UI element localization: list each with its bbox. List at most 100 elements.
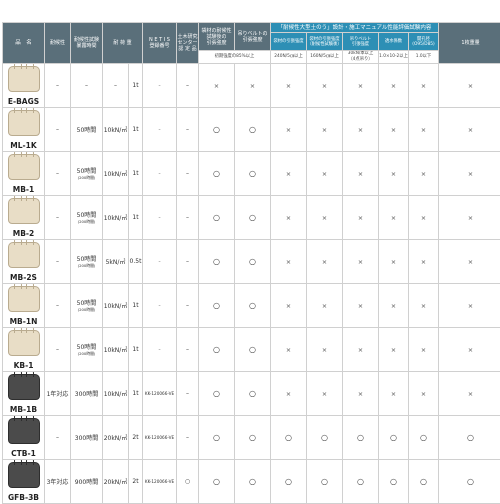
- mark-cell: ×: [307, 328, 343, 372]
- uv-hours: 50時間: [77, 300, 97, 307]
- uv-cell: 50時間(200時間): [71, 284, 103, 328]
- product-name: E-BAGS: [3, 97, 44, 106]
- header-load: 耐 荷 重: [103, 23, 143, 64]
- table-row: CTB-1–300時間20kN/㎡2tKK-120066-VE–○○○○○○○○…: [3, 416, 500, 460]
- center-cell: –: [177, 152, 199, 196]
- mark-cell: ×: [379, 240, 409, 284]
- fire-cell: –: [45, 240, 71, 284]
- load-ton-cell: 2t: [129, 416, 143, 460]
- product-name: GFB-3B: [3, 493, 44, 502]
- load-ton-cell: 1t: [129, 152, 143, 196]
- table-row: E-BAGS–––1t––××××××××約1.50kg: [3, 64, 500, 108]
- mark-cell: ○: [343, 416, 379, 460]
- netis-cell: KK-120066-VE: [143, 416, 177, 460]
- uv-cell: –: [71, 64, 103, 108]
- mark-cell: ×: [439, 284, 500, 328]
- product-name: MB-1: [3, 185, 44, 194]
- product-name: MB-1N: [3, 317, 44, 326]
- center-cell: ○: [177, 460, 199, 504]
- mark-cell: ×: [409, 372, 439, 416]
- uv-hours: –: [85, 82, 88, 89]
- mark-cell: ×: [379, 108, 409, 152]
- mark-cell: ×: [379, 328, 409, 372]
- mark-cell: ○: [199, 460, 235, 504]
- criteria-5: 1.0×10-2以上: [379, 51, 409, 64]
- center-cell: –: [177, 64, 199, 108]
- mark-cell: ○: [271, 416, 307, 460]
- header-center: 土木研究 センター 認 定 品: [177, 23, 199, 64]
- table-row: MB-1B1年対応300時間10kN/㎡1tKK-120066-VE–○○×××…: [3, 372, 500, 416]
- netis-cell: KK-120066-VE: [143, 460, 177, 504]
- table-row: GFB-3B3年対応900時間20kN/㎡2tKK-120066-VE○○○○○…: [3, 460, 500, 504]
- mark-cell: ×: [343, 372, 379, 416]
- product-name: CTB-1: [3, 449, 44, 458]
- header-strength-retention: 袋材の耐候性 試験後の 引張強度: [199, 23, 235, 51]
- uv-cell: 50時間: [71, 108, 103, 152]
- mark-cell: ○: [199, 372, 235, 416]
- fire-cell: –: [45, 196, 71, 240]
- bag-image: [8, 330, 40, 356]
- product-name: ML-1K: [3, 141, 44, 150]
- mark-cell: ×: [307, 284, 343, 328]
- mark-cell: ×: [343, 196, 379, 240]
- load-cell: 10kN/㎡: [103, 328, 129, 372]
- uv-hours: 50時間: [77, 127, 97, 134]
- mark-cell: ○: [235, 372, 271, 416]
- mark-cell: ×: [343, 64, 379, 108]
- header-perf-3: 透水係数: [379, 33, 409, 51]
- header-netis: N E T I S 登録番号: [143, 23, 177, 64]
- header-name: 品 名: [3, 23, 45, 64]
- bag-image: [8, 286, 40, 312]
- uv-hours: 300時間: [75, 435, 98, 442]
- product-cell: MB-1N: [3, 284, 45, 328]
- load-ton-cell: 1t: [129, 108, 143, 152]
- mark-cell: ○: [235, 108, 271, 152]
- header-perf-group: 「耐候性大型土のう」設計・施工マニュアル性能評価試験内容: [271, 23, 439, 33]
- mark-cell: ○: [379, 416, 409, 460]
- mark-cell: ×: [271, 196, 307, 240]
- mark-cell: ×: [343, 152, 379, 196]
- mark-cell: ○: [235, 240, 271, 284]
- uv-hours: 300時間: [75, 391, 98, 398]
- uv-hours-sub: (200時間): [71, 175, 102, 181]
- netis-cell: KK-120066-VE: [143, 372, 177, 416]
- bag-image: [8, 374, 40, 400]
- uv-cell: 300時間: [71, 416, 103, 460]
- uv-hours-sub: (200時間): [71, 263, 102, 269]
- mark-cell: ×: [271, 152, 307, 196]
- header-fire: 耐候性: [45, 23, 71, 64]
- uv-cell: 50時間(200時間): [71, 240, 103, 284]
- mark-cell: ×: [439, 240, 500, 284]
- bag-image: [8, 66, 40, 92]
- product-cell: GFB-3B: [3, 460, 45, 504]
- header-perf-2: 吊りベルト 引張強度: [343, 33, 379, 51]
- mark-cell: ○: [439, 460, 500, 504]
- bag-image: [8, 110, 40, 136]
- bag-image: [8, 242, 40, 268]
- uv-cell: 300時間: [71, 372, 103, 416]
- load-cell: 20kN/㎡: [103, 416, 129, 460]
- load-cell: 20kN/㎡: [103, 460, 129, 504]
- mark-cell: ○: [235, 152, 271, 196]
- mark-cell: ×: [307, 152, 343, 196]
- center-cell: –: [177, 416, 199, 460]
- mark-cell: ×: [343, 240, 379, 284]
- product-cell: MB-1: [3, 152, 45, 196]
- mark-cell: ○: [199, 196, 235, 240]
- mark-cell: ×: [379, 152, 409, 196]
- netis-cell: –: [143, 240, 177, 284]
- mark-cell: ×: [439, 64, 500, 108]
- mark-cell: ○: [199, 108, 235, 152]
- mark-cell: ×: [409, 328, 439, 372]
- fire-cell: –: [45, 108, 71, 152]
- mark-cell: ×: [271, 372, 307, 416]
- header-perf-1: 袋材の引張強度（耐候性試験後）: [307, 33, 343, 51]
- uv-hours: 50時間: [77, 344, 97, 351]
- uv-hours: 50時間: [77, 256, 97, 263]
- load-ton-cell: 1t: [129, 284, 143, 328]
- mark-cell: ×: [271, 108, 307, 152]
- fire-cell: 3年対応: [45, 460, 71, 504]
- header-weight: 1枚重量: [439, 23, 500, 64]
- header-uv-test: 耐候性試験 暴露時間: [71, 23, 103, 64]
- product-rows: E-BAGS–––1t––××××××××約1.50kgML-1K–50時間10…: [3, 64, 500, 504]
